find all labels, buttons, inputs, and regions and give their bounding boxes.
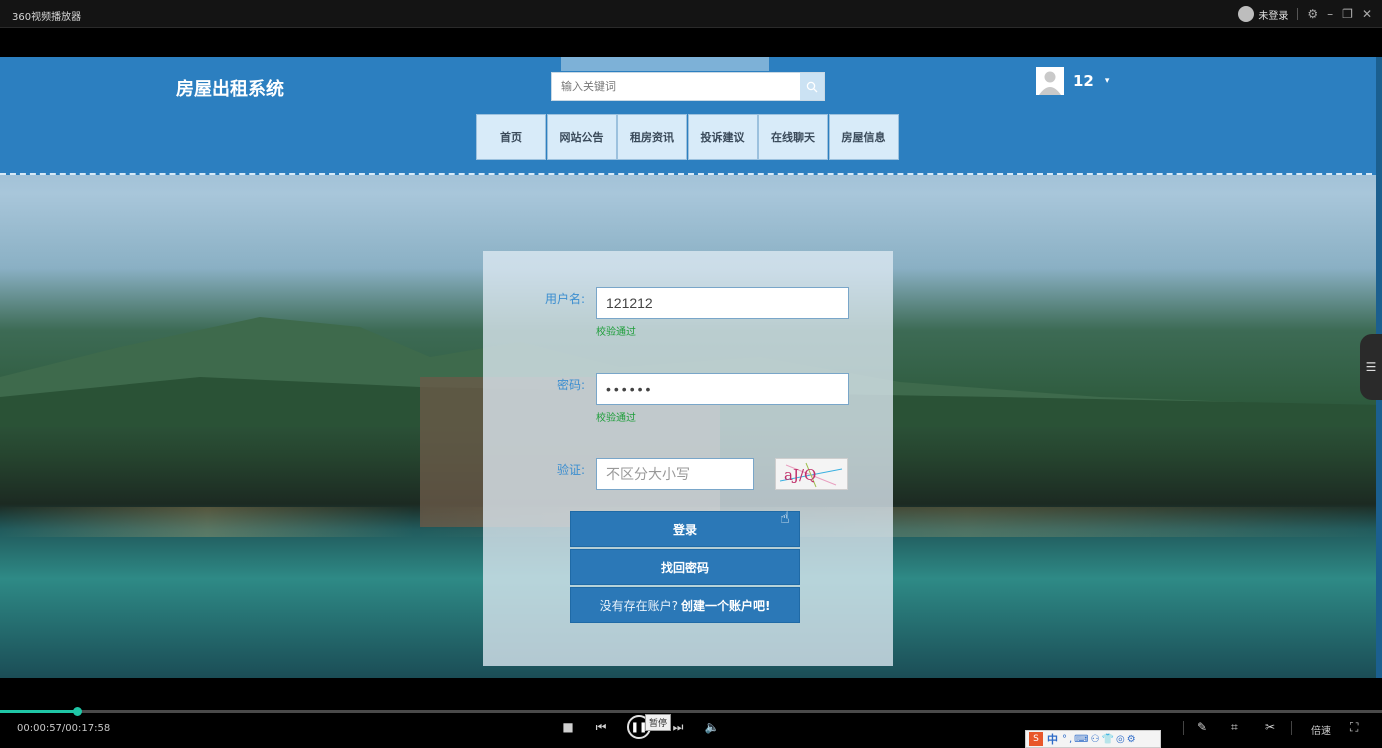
ime-toolbar[interactable]: S 中 °,⌨⚇👕◎⚙ [1025, 730, 1161, 748]
scissors-icon[interactable]: ✂ [1265, 720, 1275, 734]
login-status: 未登录 [1258, 10, 1289, 22]
login-panel: 用户名: 校验通过 密码: 校验通过 验证: aJ/Q 登录 找回密码 没有存在… [483, 251, 893, 666]
nav-online-chat[interactable]: 在线聊天 [758, 114, 828, 160]
username-status: 校验通过 [596, 327, 636, 338]
settings-gear-icon[interactable]: ⚙ [1307, 8, 1318, 20]
password-label: 密码: [556, 378, 585, 392]
restore-window-icon[interactable]: ❐ [1342, 8, 1353, 20]
pause-tooltip: 暂停 [645, 714, 672, 731]
search-icon [806, 81, 818, 92]
main-nav: 首页 网站公告 租房资讯 投诉建议 在线聊天 房屋信息 [476, 114, 899, 160]
nav-announcements[interactable]: 网站公告 [546, 114, 617, 160]
site-title: 房屋出租系统 [176, 79, 284, 100]
user-avatar [1036, 67, 1064, 95]
caret-down-icon: ▾ [1104, 76, 1110, 86]
captcha-graphic: aJ/Q [779, 462, 843, 488]
speed-button[interactable]: 倍速 [1311, 722, 1331, 737]
search-dropdown-ghost [561, 57, 769, 71]
captcha-text: aJ/Q [784, 466, 816, 484]
search-input[interactable] [552, 73, 800, 100]
site-header: 房屋出租系统 12 ▾ 首页 网站公告 租房资讯 投诉建议 在线聊天 房屋信息 [0, 57, 1382, 175]
search-button[interactable] [800, 73, 824, 100]
password-field[interactable] [596, 373, 849, 405]
login-button[interactable]: 登录 [570, 511, 800, 547]
captcha-field[interactable] [596, 458, 754, 490]
stop-icon[interactable]: ■ [562, 720, 574, 734]
nav-rental-news[interactable]: 租房资讯 [617, 114, 687, 160]
username-label: 用户名: [544, 292, 585, 306]
captcha-label: 验证: [556, 463, 585, 477]
ime-mode[interactable]: 中 [1047, 731, 1058, 747]
fullscreen-icon[interactable]: ⛶ [1350, 720, 1358, 735]
divider [1291, 721, 1292, 735]
next-icon[interactable]: ⏭ [672, 720, 684, 734]
list-icon: ☰ [1365, 360, 1377, 374]
ime-tool-icons[interactable]: °,⌨⚇👕◎⚙ [1062, 734, 1138, 745]
password-status: 校验通过 [596, 413, 636, 424]
user-name: 12 [1073, 72, 1094, 90]
nav-complaints[interactable]: 投诉建议 [687, 114, 758, 160]
volume-icon[interactable]: 🔈 [705, 720, 720, 734]
video-frame[interactable]: 房屋出租系统 12 ▾ 首页 网站公告 租房资讯 投诉建议 在线聊天 房屋信息 … [0, 57, 1382, 678]
time-display: 00:00:57/00:17:58 [17, 723, 111, 734]
username-field[interactable] [596, 287, 849, 319]
playlist-toggle[interactable]: ☰ [1360, 334, 1382, 400]
app-title: 360视频播放器 [12, 12, 82, 23]
hand-cursor-icon: ☝ [780, 508, 790, 527]
account-avatar-icon [1238, 6, 1255, 22]
seek-bar[interactable] [0, 707, 1382, 716]
ime-logo-icon: S [1029, 732, 1043, 746]
previous-icon[interactable]: ⏮ [595, 720, 607, 734]
person-icon [1039, 71, 1061, 95]
recover-password-button[interactable]: 找回密码 [570, 549, 800, 585]
account-button[interactable]: 未登录 [1238, 6, 1288, 22]
search-box [551, 72, 825, 101]
seek-progress [0, 710, 78, 713]
player-title-bar: 360视频播放器 未登录 ⚙ – ❐ ✕ [0, 0, 1382, 28]
register-link[interactable]: 创建一个账户吧! [681, 597, 770, 614]
register-prompt: 没有存在账户? 创建一个账户吧! [570, 587, 800, 623]
title-bar-controls: 未登录 ⚙ – ❐ ✕ [1238, 5, 1372, 23]
nav-home[interactable]: 首页 [476, 114, 546, 160]
crop-icon[interactable]: ⌗ [1231, 720, 1238, 735]
divider [1297, 8, 1299, 20]
eraser-icon[interactable]: ✎ [1197, 720, 1207, 734]
register-prompt-text: 没有存在账户? [599, 598, 678, 613]
seek-handle[interactable] [73, 707, 83, 716]
close-icon[interactable]: ✕ [1362, 8, 1372, 20]
captcha-image[interactable]: aJ/Q [775, 458, 848, 490]
divider [1183, 721, 1184, 735]
user-menu[interactable]: 12 ▾ [1036, 67, 1109, 95]
minimize-icon[interactable]: – [1327, 8, 1333, 20]
nav-house-info[interactable]: 房屋信息 [828, 114, 899, 160]
